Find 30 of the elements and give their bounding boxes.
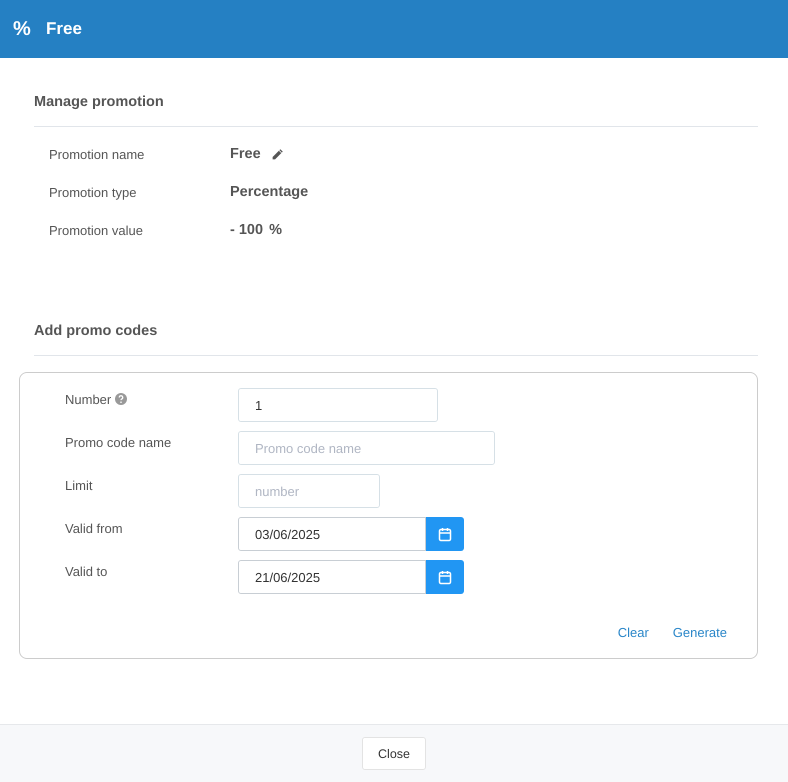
input-field[interactable]: number — [238, 474, 380, 508]
field-label: Valid from — [65, 521, 123, 536]
field-label: Promotion value — [49, 222, 144, 238]
input-field[interactable]: 1 — [238, 388, 438, 422]
field-label: Limit — [65, 478, 92, 493]
calendar-icon — [438, 526, 452, 542]
section-title: Manage promotion — [34, 94, 165, 110]
input-field[interactable]: Promo code name — [238, 431, 495, 465]
edit-icon[interactable] — [270, 148, 284, 160]
field-label: Promotion name — [49, 146, 146, 162]
help-icon[interactable] — [115, 393, 128, 405]
field-value: Free — [230, 146, 261, 162]
input-field[interactable]: 21/06/2025 — [238, 560, 426, 594]
calendar-button[interactable] — [426, 517, 464, 551]
unit-label: % — [269, 222, 282, 238]
input-field[interactable]: 03/06/2025 — [238, 517, 426, 551]
action-link[interactable]: Clear — [618, 625, 649, 640]
field-label: Promotion type — [49, 184, 138, 200]
field-label: Valid to — [65, 564, 108, 579]
field-label: Promo code name — [65, 435, 172, 450]
section-title: Add promo codes — [34, 323, 158, 339]
field-value: Percentage — [230, 184, 308, 200]
close-button[interactable]: Close — [362, 737, 426, 770]
action-link[interactable]: Generate — [672, 625, 727, 640]
percent-icon: % — [13, 18, 33, 40]
field-value: - 100 — [230, 222, 264, 238]
dialog-title: Free — [46, 19, 82, 39]
calendar-button[interactable] — [426, 560, 464, 594]
field-label: Number — [65, 392, 112, 407]
calendar-icon — [438, 570, 452, 584]
